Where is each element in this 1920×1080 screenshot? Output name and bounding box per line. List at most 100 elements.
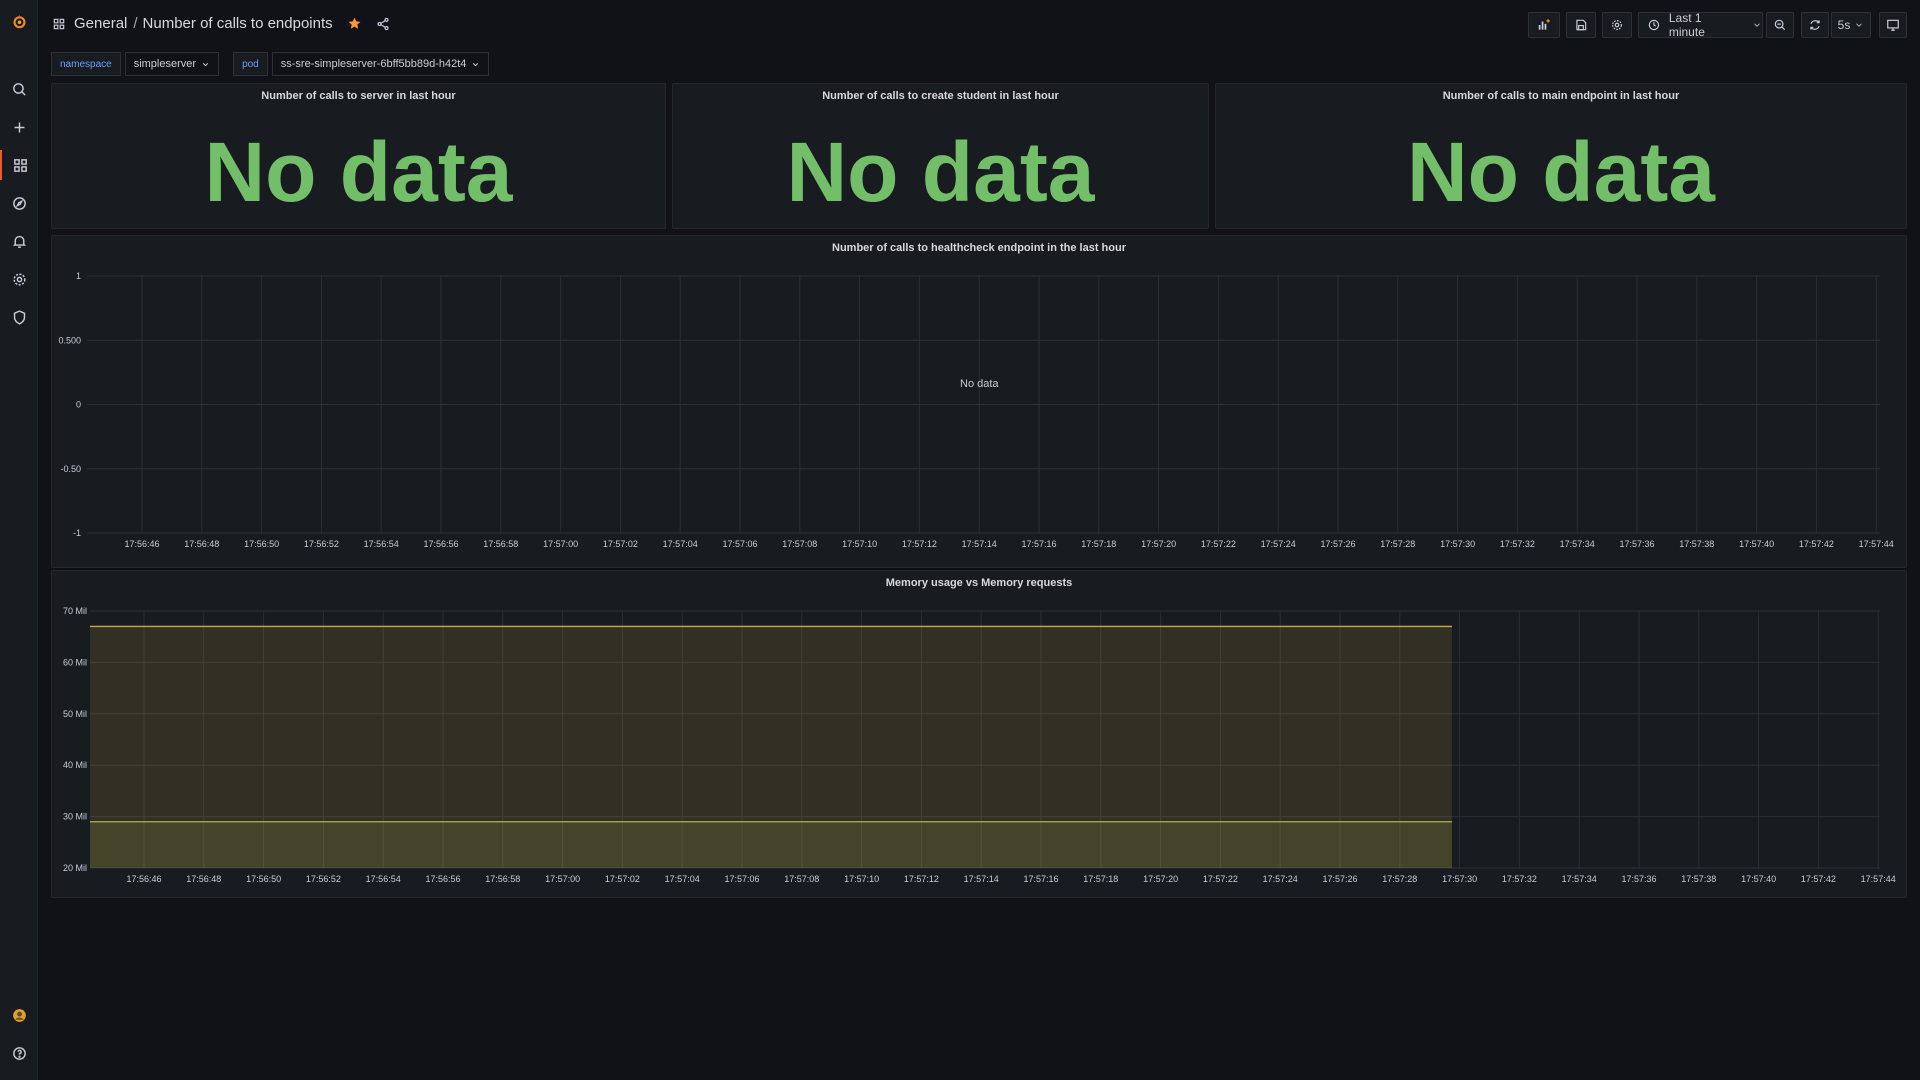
x-tick-label: 17:57:32 xyxy=(1502,874,1537,884)
y-tick-label: 50 Mil xyxy=(63,709,87,719)
shield-icon[interactable] xyxy=(0,302,38,332)
x-tick-label: 17:57:08 xyxy=(782,539,817,549)
y-tick-label: 20 Mil xyxy=(63,863,87,873)
refresh-interval-label: 5s xyxy=(1837,18,1851,32)
plus-icon[interactable] xyxy=(0,112,38,142)
x-tick-label: 17:56:48 xyxy=(186,874,221,884)
variable-label-pod: pod xyxy=(233,52,268,76)
x-tick-label: 17:57:34 xyxy=(1560,539,1595,549)
chevron-down-icon xyxy=(1754,23,1760,27)
search-icon[interactable] xyxy=(0,74,38,104)
graph-panel-memory[interactable]: Memory usage vs Memory requests 70 Mil 60… xyxy=(51,570,1907,898)
gear-icon xyxy=(1612,20,1622,30)
variable-select-namespace[interactable]: simpleserver xyxy=(124,52,220,76)
explore-icon[interactable] xyxy=(0,188,38,218)
x-tick-label: 17:56:54 xyxy=(364,539,399,549)
x-tick-label: 17:57:40 xyxy=(1741,874,1776,884)
add-panel-button[interactable] xyxy=(1528,12,1560,38)
x-tick-label: 17:57:18 xyxy=(1081,539,1116,549)
save-dashboard-button[interactable] xyxy=(1566,12,1596,38)
graph-panel-healthcheck[interactable]: Number of calls to healthcheck endpoint … xyxy=(51,235,1907,568)
x-tick-label: 17:57:18 xyxy=(1083,874,1118,884)
x-tick-label: 17:56:56 xyxy=(425,874,460,884)
breadcrumb-folder[interactable]: General xyxy=(74,15,127,32)
dashboards-grid-icon xyxy=(53,18,65,29)
stat-panel-server-calls[interactable]: Number of calls to server in last hour N… xyxy=(51,83,666,229)
x-tick-label: 17:57:20 xyxy=(1141,539,1176,549)
star-icon[interactable] xyxy=(347,16,362,31)
x-tick-label: 17:57:04 xyxy=(665,874,700,884)
stat-panel-main-endpoint-calls[interactable]: Number of calls to main endpoint in last… xyxy=(1215,83,1907,229)
alerting-icon[interactable] xyxy=(0,226,38,256)
x-tick-label: 17:57:24 xyxy=(1261,539,1296,549)
grafana-logo-icon[interactable] xyxy=(0,6,38,36)
chevron-down-icon xyxy=(1856,23,1863,27)
save-icon xyxy=(1576,19,1587,31)
x-tick-label: 17:57:06 xyxy=(724,874,759,884)
x-tick-label: 17:57:42 xyxy=(1799,539,1834,549)
zoom-out-button[interactable] xyxy=(1766,12,1794,38)
x-tick-label: 17:57:28 xyxy=(1380,539,1415,549)
variable-select-pod[interactable]: ss-sre-simpleserver-6bff5bb89d-h42t4 xyxy=(271,52,490,76)
tv-icon xyxy=(1887,19,1899,31)
no-data-message: No data xyxy=(960,378,999,390)
stat-value: No data xyxy=(786,125,1095,219)
x-tick-label: 17:56:54 xyxy=(366,874,401,884)
dashboards-icon[interactable] xyxy=(0,150,38,180)
x-tick-label: 17:57:02 xyxy=(605,874,640,884)
x-tick-label: 17:56:46 xyxy=(126,874,161,884)
tv-mode-button[interactable] xyxy=(1879,12,1907,38)
x-tick-label: 17:57:00 xyxy=(543,539,578,549)
healthcheck-chart: 1 0.500 0 -0.50 -1 17:56:46 17:56:48 17:56:50 17… xyxy=(58,271,1894,549)
share-icon[interactable] xyxy=(376,17,390,31)
refresh-icon xyxy=(1810,20,1820,30)
page-title[interactable]: Number of calls to endpoints xyxy=(143,15,333,32)
dashboard-settings-button[interactable] xyxy=(1602,12,1632,38)
template-variables: namespace simpleserver pod ss-sre-simple… xyxy=(51,52,499,76)
x-tick-label: 17:57:40 xyxy=(1739,539,1774,549)
time-range-picker[interactable]: Last 1 minute xyxy=(1638,11,1763,39)
y-tick-label: 0 xyxy=(76,400,81,410)
x-tick-label: 17:57:38 xyxy=(1681,874,1716,884)
chevron-down-icon xyxy=(473,62,479,66)
x-tick-label: 17:57:06 xyxy=(722,539,757,549)
dashboard-navbar: General / Number of calls to endpoints L… xyxy=(38,0,1920,50)
x-tick-label: 17:56:48 xyxy=(184,539,219,549)
variable-value-pod: ss-sre-simpleserver-6bff5bb89d-h42t4 xyxy=(280,58,467,70)
y-tick-label: -0.50 xyxy=(60,464,81,474)
x-tick-label: 17:57:44 xyxy=(1859,539,1894,549)
x-tick-label: 17:57:02 xyxy=(603,539,638,549)
x-tick-label: 17:57:32 xyxy=(1500,539,1535,549)
x-tick-label: 17:56:50 xyxy=(244,539,279,549)
settings-icon[interactable] xyxy=(0,264,38,294)
zoom-out-icon xyxy=(1774,19,1786,31)
avatar-icon[interactable] xyxy=(0,1000,38,1030)
help-icon[interactable] xyxy=(0,1038,38,1068)
panel-title: Number of calls to server in last hour xyxy=(261,90,456,102)
x-tick-label: 17:57:04 xyxy=(663,539,698,549)
x-tick-label: 17:57:00 xyxy=(545,874,580,884)
x-tick-label: 17:57:26 xyxy=(1322,874,1357,884)
x-tick-label: 17:56:52 xyxy=(304,539,339,549)
y-tick-label: 60 Mil xyxy=(63,657,87,667)
stat-panel-create-student-calls[interactable]: Number of calls to create student in las… xyxy=(672,83,1209,229)
x-tick-label: 17:57:22 xyxy=(1203,874,1238,884)
x-tick-label: 17:57:10 xyxy=(842,539,877,549)
stat-value: No data xyxy=(1406,125,1716,219)
x-tick-label: 17:57:16 xyxy=(1023,874,1058,884)
y-tick-label: 0.500 xyxy=(58,335,81,345)
stat-value: No data xyxy=(204,125,513,219)
y-tick-label: 1 xyxy=(76,271,81,281)
chevron-down-icon xyxy=(202,62,209,66)
x-tick-label: 17:56:46 xyxy=(124,539,159,549)
breadcrumb-separator: / xyxy=(133,15,138,32)
y-tick-label: 30 Mil xyxy=(63,812,87,822)
x-tick-label: 17:57:14 xyxy=(962,539,997,549)
x-tick-label: 17:56:56 xyxy=(423,539,458,549)
x-tick-label: 17:57:12 xyxy=(902,539,937,549)
x-tick-label: 17:57:30 xyxy=(1440,539,1475,549)
x-tick-label: 17:57:20 xyxy=(1143,874,1178,884)
refresh-interval-picker[interactable]: 5s xyxy=(1831,12,1871,38)
refresh-button[interactable] xyxy=(1801,12,1829,38)
variable-label-namespace: namespace xyxy=(51,52,121,76)
